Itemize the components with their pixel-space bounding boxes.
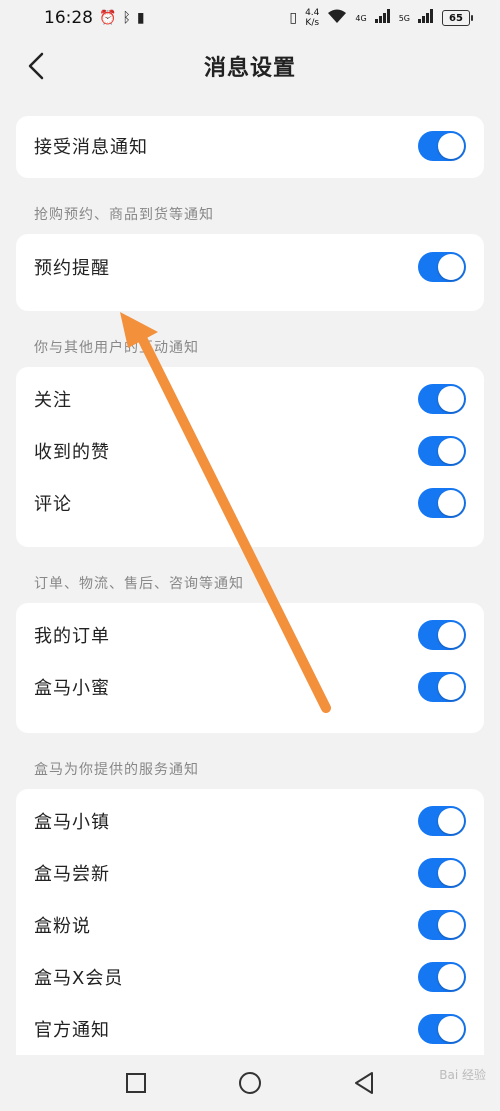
section-label-services: 盒马为你提供的服务通知 <box>34 762 199 778</box>
setting-label: 盒马小蜜 <box>34 678 110 699</box>
toggle-knob <box>438 674 464 700</box>
recent-apps-button[interactable] <box>122 1069 150 1097</box>
signal-icon-1 <box>374 9 391 27</box>
setting-label: 官方通知 <box>34 1020 110 1041</box>
network-speed-unit: K/s <box>305 18 320 28</box>
toggle-comments[interactable] <box>418 488 466 518</box>
alarm-icon: ⏰ <box>99 10 117 26</box>
toggle-knob <box>438 254 464 280</box>
section-label-interaction: 你与其他用户的互动通知 <box>34 340 199 356</box>
setting-row-hema-x-member[interactable]: 盒马X会员 <box>34 951 466 1003</box>
toggle-hema-assistant[interactable] <box>418 672 466 702</box>
card-reservation: 预约提醒 <box>16 234 484 311</box>
setting-row-hema-assistant[interactable]: 盒马小蜜 <box>34 661 466 713</box>
signal-icon-2 <box>418 9 434 27</box>
card-services: 盒马小镇 盒马尝新 盒粉说 盒马X会员 官方通知 <box>16 789 484 1075</box>
toggle-knob <box>438 860 464 886</box>
toggle-hema-x-member[interactable] <box>418 962 466 992</box>
section-label-reservation: 抢购预约、商品到货等通知 <box>34 207 214 223</box>
setting-row-official-notice[interactable]: 官方通知 <box>34 1003 466 1055</box>
setting-label: 收到的赞 <box>34 442 110 463</box>
vibrate-icon: ▯ <box>289 10 298 26</box>
header: 消息设置 <box>0 36 500 98</box>
toggle-official-notice[interactable] <box>418 1014 466 1044</box>
setting-row-my-orders[interactable]: 我的订单 <box>34 609 466 661</box>
card-interaction: 关注 收到的赞 评论 <box>16 367 484 547</box>
card-orders: 我的订单 盒马小蜜 <box>16 603 484 733</box>
toggle-hema-try-new[interactable] <box>418 858 466 888</box>
toggle-receive-notifications[interactable] <box>418 131 466 161</box>
setting-label: 预约提醒 <box>34 258 110 279</box>
setting-row-hema-try-new[interactable]: 盒马尝新 <box>34 847 466 899</box>
network-type-1: 4G <box>355 13 367 23</box>
bluetooth-icon: ᛒ <box>122 10 131 26</box>
back-nav-button[interactable] <box>350 1069 378 1097</box>
home-button[interactable] <box>236 1069 264 1097</box>
toggle-knob <box>438 438 464 464</box>
setting-label: 接受消息通知 <box>34 137 148 158</box>
network-speed: 4.4 K/s <box>305 8 319 28</box>
status-time: 16:28 <box>44 8 93 28</box>
battery-icon: 65 <box>442 10 473 26</box>
status-bar: 16:28 ⏰ ᛒ ▮ ▯ 4.4 K/s 4G 5G 65 <box>0 0 500 36</box>
setting-label: 关注 <box>34 390 72 411</box>
square-icon <box>126 1073 146 1093</box>
setting-row-follow[interactable]: 关注 <box>34 373 466 425</box>
settings-list: 接受消息通知 抢购预约、商品到货等通知 预约提醒 你与其他用户的互动通知 关注 … <box>0 98 500 1075</box>
toggle-knob <box>438 622 464 648</box>
setting-label: 评论 <box>34 494 72 515</box>
toggle-knob <box>438 386 464 412</box>
network-type-2: 5G <box>398 13 410 23</box>
setting-row-reservation-reminder[interactable]: 预约提醒 <box>34 241 466 293</box>
system-nav-bar <box>0 1055 500 1111</box>
status-right: ▯ 4.4 K/s 4G 5G 65 <box>289 8 473 28</box>
page-title: 消息设置 <box>203 56 296 81</box>
toggle-knob <box>438 490 464 516</box>
toggle-knob <box>438 808 464 834</box>
section-label-orders: 订单、物流、售后、咨询等通知 <box>34 576 244 592</box>
toggle-knob <box>438 133 464 159</box>
setting-row-likes[interactable]: 收到的赞 <box>34 425 466 477</box>
watermark: Bai 经验 <box>439 1068 486 1082</box>
setting-label: 盒马小镇 <box>34 812 110 833</box>
network-speed-value: 4.4 <box>305 8 320 18</box>
toggle-likes[interactable] <box>418 436 466 466</box>
setting-row-hema-town[interactable]: 盒马小镇 <box>34 795 466 847</box>
toggle-hema-town[interactable] <box>418 806 466 836</box>
setting-label: 盒马尝新 <box>34 864 110 885</box>
battery-level: 65 <box>449 12 463 24</box>
toggle-reservation-reminder[interactable] <box>418 252 466 282</box>
wifi-icon <box>327 8 347 28</box>
status-left: 16:28 ⏰ ᛒ ▮ <box>44 8 145 28</box>
toggle-knob <box>438 964 464 990</box>
setting-row-receive-notifications[interactable]: 接受消息通知 <box>34 120 466 172</box>
toggle-my-orders[interactable] <box>418 620 466 650</box>
setting-row-fans-say[interactable]: 盒粉说 <box>34 899 466 951</box>
toggle-fans-say[interactable] <box>418 910 466 940</box>
setting-label: 盒马X会员 <box>34 968 124 989</box>
circle-icon <box>239 1072 261 1094</box>
toggle-knob <box>438 1016 464 1042</box>
setting-label: 我的订单 <box>34 626 110 647</box>
toggle-follow[interactable] <box>418 384 466 414</box>
setting-row-comments[interactable]: 评论 <box>34 477 466 529</box>
triangle-back-icon <box>355 1072 373 1094</box>
card-receive-notifications: 接受消息通知 <box>16 116 484 178</box>
setting-label: 盒粉说 <box>34 916 91 937</box>
toggle-knob <box>438 912 464 938</box>
sim-icon: ▮ <box>136 10 145 26</box>
